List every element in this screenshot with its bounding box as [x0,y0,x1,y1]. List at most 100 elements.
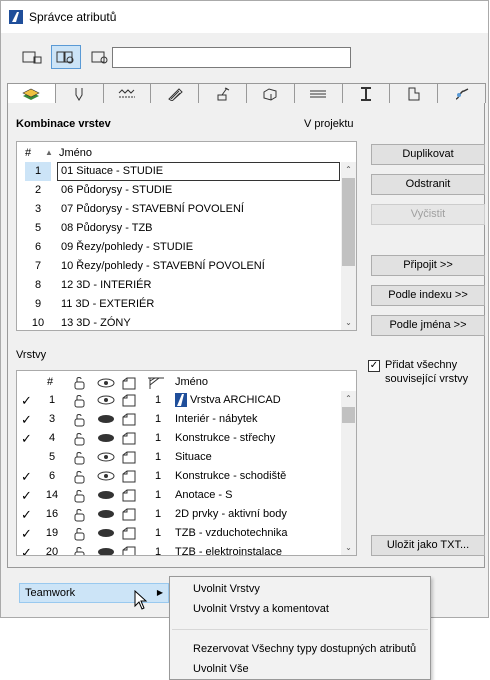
scroll-down-icon[interactable]: ⌄ [341,315,356,330]
layer-solid-icon[interactable] [121,507,137,522]
combination-row[interactable]: 8 12 3D - INTERIÉR [17,276,342,295]
layer-solid-icon[interactable] [121,450,137,465]
archicad-layer-icon[interactable] [175,393,187,407]
layer-row[interactable]: ✓ 1 1 Vrstva ARCHICAD [17,391,342,410]
layer-included-check[interactable]: ✓ [21,410,32,429]
layer-solid-icon[interactable] [121,412,137,427]
view-split-button[interactable] [51,45,81,69]
layer-intersection-group[interactable]: 1 [155,543,161,555]
save-as-txt-button[interactable]: Uložit jako TXT... [371,535,485,556]
layer-lock-icon[interactable] [72,450,90,465]
sort-up-icon[interactable]: ▲ [45,144,53,162]
layer-intersection-group[interactable]: 1 [155,467,161,486]
by-name-button[interactable]: Podle jména >> [371,315,485,336]
clear-button[interactable]: Vyčistit [371,204,485,225]
add-related-layers-label[interactable]: Přidat všechny související vrstvy [385,358,490,386]
append-button[interactable]: Připojit >> [371,255,485,276]
layers-list[interactable]: # Jméno ✓ 1 1 Vrstva ARCHICAD ✓ 3 1 Interiér - … [16,370,357,556]
combination-row[interactable]: 5 08 Půdorysy - TZB [17,219,342,238]
layer-lock-icon[interactable] [72,526,90,541]
remove-button[interactable]: Odstranit [371,174,485,195]
layer-hidden-icon[interactable] [97,526,115,541]
tab-zones[interactable] [389,83,439,103]
scroll-thumb[interactable] [342,178,355,266]
layer-hidden-icon[interactable] [97,488,115,503]
layer-row[interactable]: ✓ 6 1 Konstrukce - schodiště [17,467,342,486]
layer-hidden-icon[interactable] [97,412,115,427]
layer-intersection-group[interactable]: 1 [155,429,161,448]
combinations-scrollbar[interactable]: ⌃ ⌄ [341,162,356,330]
tab-pens[interactable] [54,83,104,103]
layer-hidden-icon[interactable] [97,545,115,556]
tab-fills[interactable] [150,83,200,103]
combination-row[interactable]: 9 11 3D - EXTERIÉR [17,295,342,314]
layer-intersection-group[interactable]: 1 [155,448,161,467]
layer-solid-icon[interactable] [121,431,137,446]
layer-solid-icon[interactable] [121,393,137,408]
layer-lock-icon[interactable] [72,431,90,446]
layer-hidden-icon[interactable] [97,507,115,522]
view-list-button[interactable] [17,45,47,69]
layer-row[interactable]: ✓ 19 1 TZB - vzduchotechnika [17,524,342,543]
lock-icon[interactable] [72,374,90,392]
menu-item-release-all[interactable]: Uvolnit Vše [193,659,249,679]
eye-icon[interactable] [97,374,115,392]
layers-scroll-up-icon[interactable]: ⌃ [341,391,356,406]
combination-row[interactable]: 3 07 Půdorysy - STAVEBNÍ POVOLENÍ [17,200,342,219]
layer-included-check[interactable]: ✓ [21,467,32,486]
combinations-list[interactable]: # ▲ Jméno 1 01 Situace - STUDIE 2 06 Půdory… [16,141,357,331]
wireframe-icon[interactable] [121,374,137,392]
tab-line-types[interactable] [102,83,152,103]
layer-included-check[interactable]: ✓ [21,505,32,524]
layer-hidden-icon[interactable] [97,431,115,446]
layer-solid-icon[interactable] [121,545,137,556]
layer-included-check[interactable]: ✓ [21,486,32,505]
layer-row[interactable]: ✓ 16 1 2D prvky - aktivní body [17,505,342,524]
layer-visible-icon[interactable] [97,469,115,484]
duplicate-button[interactable]: Duplikovat [371,144,485,165]
tab-layers[interactable] [7,83,56,104]
layer-visible-icon[interactable] [97,450,115,465]
combination-row[interactable]: 7 10 Řezy/pohledy - STAVEBNÍ POVOLENÍ [17,257,342,276]
layer-solid-icon[interactable] [121,488,137,503]
layer-lock-icon[interactable] [72,507,90,522]
layer-included-check[interactable]: ✓ [21,543,32,555]
column-num-header[interactable]: # [25,144,31,162]
layer-solid-icon[interactable] [121,469,137,484]
combination-row[interactable]: 2 06 Půdorysy - STUDIE [17,181,342,200]
layer-lock-icon[interactable] [72,488,90,503]
tab-mep[interactable] [437,83,486,103]
layer-intersection-group[interactable]: 1 [155,505,161,524]
menu-item-release-layers-comment[interactable]: Uvolnit Vrstvy a komentovat [193,599,329,619]
menu-item-release-layers[interactable]: Uvolnit Vrstvy [193,579,260,599]
layer-lock-icon[interactable] [72,393,90,408]
layer-intersection-group[interactable]: 1 [155,524,161,543]
add-related-layers-checkbox[interactable]: ✓ [368,360,380,372]
layer-row[interactable]: ✓ 14 1 Anotace - S [17,486,342,505]
layer-row[interactable]: ✓ 3 1 Interiér - nábytek [17,410,342,429]
view-detail-button[interactable] [85,45,115,69]
combination-row[interactable]: 10 13 3D - ZÓNY [17,314,342,330]
layers-scroll-thumb[interactable] [342,407,355,423]
layers-scrollbar[interactable]: ⌃ ⌄ [341,391,356,555]
intersection-group-icon[interactable] [147,374,165,392]
scroll-up-icon[interactable]: ⌃ [341,162,356,177]
layer-intersection-group[interactable]: 1 [155,410,161,429]
by-index-button[interactable]: Podle indexu >> [371,285,485,306]
layer-intersection-group[interactable]: 1 [155,486,161,505]
search-input[interactable] [112,47,351,68]
layer-included-check[interactable]: ✓ [21,429,32,448]
layer-lock-icon[interactable] [72,412,90,427]
layer-lock-icon[interactable] [72,469,90,484]
layer-lock-icon[interactable] [72,545,90,556]
layer-row[interactable]: ✓ 4 1 Konstrukce - střechy [17,429,342,448]
layer-row[interactable]: ✓ 20 1 TZB - elektroinstalace [17,543,342,556]
layers-column-name-header[interactable]: Jméno [175,373,208,391]
tab-profiles[interactable] [341,83,391,103]
layer-row[interactable]: 5 1 Situace [17,448,342,467]
layers-column-num-header[interactable]: # [47,373,53,391]
layers-scroll-down-icon[interactable]: ⌄ [341,540,356,555]
layer-visible-icon[interactable] [97,393,115,408]
combination-row[interactable]: 6 09 Řezy/pohledy - STUDIE [17,238,342,257]
layer-solid-icon[interactable] [121,526,137,541]
